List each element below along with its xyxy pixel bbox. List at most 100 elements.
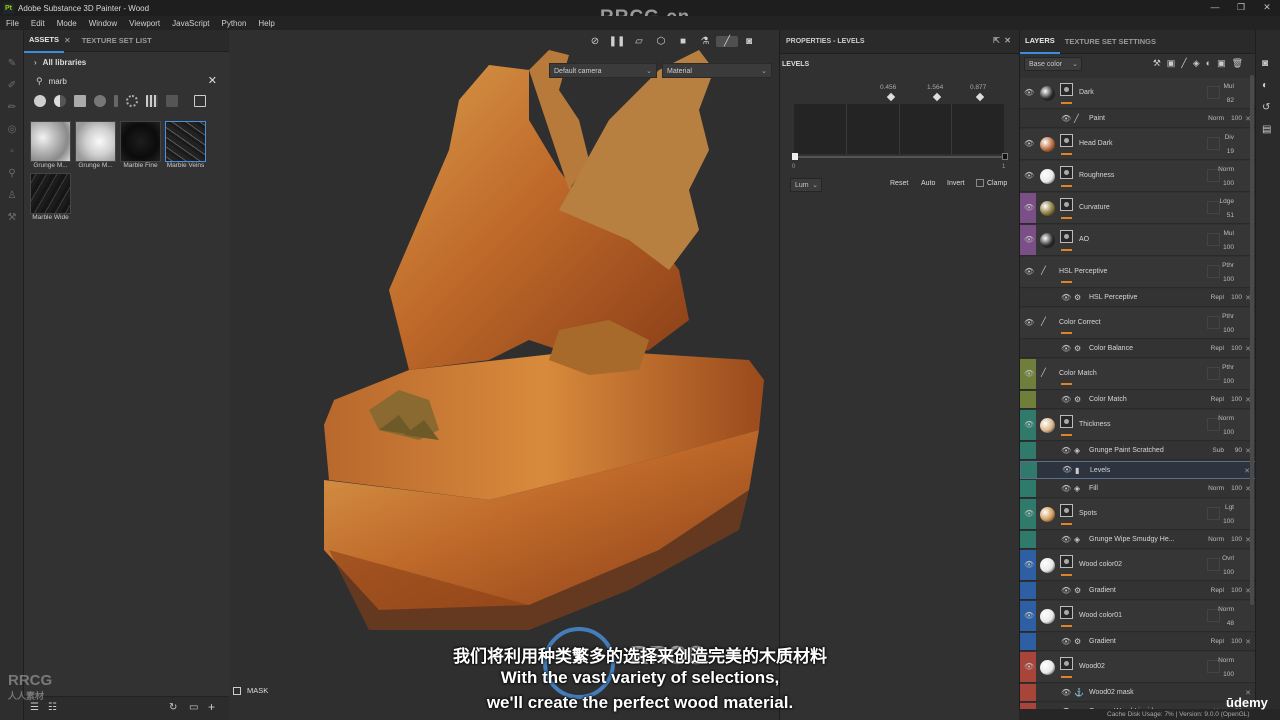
mask-slot[interactable]	[1207, 507, 1220, 520]
sub-layer-row[interactable]: 👁 ◈ Grunge Paint Scratched Sub 90 ✕	[1020, 442, 1255, 460]
clear-search-icon[interactable]: ✕	[208, 74, 217, 87]
display-channel-select[interactable]: Material ⌄	[662, 63, 772, 78]
layer-row[interactable]: 👁 ╱ Color Match Pthr 100	[1020, 359, 1255, 390]
brush-tool-icon[interactable]: ✎	[6, 58, 18, 70]
screenshot-icon[interactable]: ◙	[738, 36, 760, 47]
pause-icon[interactable]: ❚❚	[606, 36, 628, 47]
blend-mode[interactable]: Norm	[1218, 166, 1234, 173]
blend-mode[interactable]: Norm	[1218, 415, 1234, 422]
view-2d-icon[interactable]: ▱	[628, 36, 650, 47]
eye-icon[interactable]: 👁	[1024, 319, 1034, 327]
layer-opacity[interactable]: 19	[1227, 148, 1234, 155]
layer-opacity[interactable]: 100	[1223, 569, 1234, 576]
environment-filter-icon[interactable]	[166, 95, 178, 107]
sub-layer-row[interactable]: 👁 ⚙ Color Balance Repl 100 ✕	[1020, 340, 1255, 358]
eye-icon[interactable]: 👁	[1061, 395, 1071, 404]
sub-layer-row[interactable]: 👁 ◈ Grunge Wipe Smudgy He... Norm 100 ✕	[1020, 531, 1255, 549]
layer-row[interactable]: 👁 Wood color02 Ovrl 100	[1020, 550, 1255, 581]
mask-slot[interactable]	[1207, 265, 1220, 278]
eye-icon[interactable]: 👁	[1024, 204, 1034, 212]
grid-view-icon[interactable]	[146, 95, 158, 107]
blend-mode[interactable]: Norm	[1218, 606, 1234, 613]
sub-layer-row[interactable]: 👁 ⚙ Gradient Repl 100 ✕	[1020, 582, 1255, 600]
menu-viewport[interactable]: Viewport	[129, 19, 160, 28]
close-button[interactable]: ✕	[1254, 0, 1280, 16]
blend-mode[interactable]: Norm	[1208, 115, 1224, 122]
eye-icon[interactable]: 👁	[1024, 268, 1034, 276]
eye-icon[interactable]: 👁	[1061, 446, 1071, 455]
symmetry-icon[interactable]: ⚗	[694, 36, 716, 47]
brushes-filter-icon[interactable]	[114, 95, 118, 107]
display-settings-icon[interactable]: ◐	[1262, 80, 1268, 91]
blend-mode[interactable]: Repl	[1211, 396, 1224, 403]
layer-opacity[interactable]: 100	[1223, 327, 1234, 334]
clone-tool-icon[interactable]: ⚲	[6, 168, 18, 180]
history-icon[interactable]: ↺	[1262, 102, 1270, 113]
camera-icon[interactable]: ■	[672, 36, 694, 47]
mask-slot[interactable]	[1207, 137, 1220, 150]
view-3d-icon[interactable]: ⬡	[650, 36, 672, 47]
invert-button[interactable]: Invert	[947, 180, 965, 187]
blend-mode[interactable]: Pthr	[1222, 364, 1234, 371]
layer-row[interactable]: 👁 Wood color01 Norm 48	[1020, 601, 1255, 632]
materials-filter-icon[interactable]	[34, 95, 46, 107]
layer-opacity[interactable]: 100	[1231, 396, 1242, 403]
layer-row[interactable]: 👁 Spots Lgt 100	[1020, 499, 1255, 530]
blend-mode[interactable]: Lgt	[1225, 504, 1234, 511]
layer-row[interactable]: 👁 ╱ Color Correct Pthr 100	[1020, 308, 1255, 339]
layer-opacity[interactable]: 100	[1223, 518, 1234, 525]
levels-handle[interactable]	[975, 92, 985, 102]
layer-row[interactable]: 👁 Roughness Norm 100	[1020, 161, 1255, 192]
menu-edit[interactable]: Edit	[31, 19, 45, 28]
layer-row[interactable]: 👁 Curvature Ldge 51	[1020, 193, 1255, 224]
mask-slot[interactable]	[1207, 233, 1220, 246]
blend-mode[interactable]: Pthr	[1222, 262, 1234, 269]
layer-row[interactable]: 👁 ╱ HSL Perceptive Pthr 100	[1020, 257, 1255, 288]
channel-mode-select[interactable]: Lum ⌄	[790, 178, 822, 192]
layer-opacity[interactable]: 100	[1223, 276, 1234, 283]
asset-thumbnail[interactable]: Grunge M...	[75, 121, 116, 169]
eye-icon[interactable]: 👁	[1061, 586, 1071, 595]
blend-mode[interactable]: Repl	[1211, 345, 1224, 352]
blend-mode[interactable]: Div	[1225, 134, 1234, 141]
minimize-button[interactable]: —	[1202, 0, 1228, 16]
layer-row[interactable]: 👁 AO Mul 100	[1020, 225, 1255, 256]
generators-filter-icon[interactable]	[94, 95, 106, 107]
eye-icon[interactable]: 👁	[1024, 89, 1034, 97]
layer-opacity[interactable]: 100	[1223, 244, 1234, 251]
asset-thumbnail[interactable]: Marble Wide	[30, 173, 71, 221]
menu-mode[interactable]: Mode	[57, 19, 77, 28]
pen-tool-icon[interactable]: ⚒	[6, 212, 18, 224]
smudge-tool-icon[interactable]: ▫	[6, 146, 18, 158]
eye-icon[interactable]: 👁	[1024, 236, 1034, 244]
mask-slot[interactable]	[1207, 86, 1220, 99]
thumbnail-size-icon[interactable]	[194, 95, 206, 107]
projection-tool-icon[interactable]: ✏	[6, 102, 18, 114]
eye-icon[interactable]: 👁	[1061, 344, 1071, 353]
layer-opacity[interactable]: 82	[1227, 97, 1234, 104]
menu-python[interactable]: Python	[222, 19, 247, 28]
asset-thumbnail[interactable]: Grunge M...	[30, 121, 71, 169]
layer-opacity[interactable]: 90	[1235, 447, 1242, 454]
blend-mode[interactable]: Sub	[1212, 447, 1224, 454]
blend-mode[interactable]: Norm	[1208, 536, 1224, 543]
eye-icon[interactable]: 👁	[1024, 172, 1034, 180]
layer-opacity[interactable]: 100	[1231, 294, 1242, 301]
eye-icon[interactable]: 👁	[1024, 140, 1034, 148]
log-icon[interactable]: ▤	[1262, 124, 1271, 135]
layers-scrollbar[interactable]	[1250, 75, 1254, 605]
blend-mode[interactable]: Norm	[1208, 485, 1224, 492]
slider-knob-max[interactable]	[1002, 153, 1008, 160]
picker-tool-icon[interactable]: ♙	[6, 190, 18, 202]
sub-layer-row[interactable]: 👁 ⚙ HSL Perceptive Repl 100 ✕	[1020, 289, 1255, 307]
smart-materials-filter-icon[interactable]	[54, 95, 66, 107]
mask-slot[interactable]	[1207, 558, 1220, 571]
eye-icon[interactable]: 👁	[1024, 370, 1034, 378]
layer-opacity[interactable]: 100	[1223, 180, 1234, 187]
library-selector[interactable]: › All libraries	[24, 52, 229, 72]
blend-mode[interactable]: Repl	[1211, 587, 1224, 594]
menu-window[interactable]: Window	[89, 19, 117, 28]
eraser-tool-icon[interactable]: ✐	[6, 80, 18, 92]
output-range-slider[interactable]	[792, 153, 1008, 160]
eye-icon[interactable]: 👁	[1024, 612, 1034, 620]
